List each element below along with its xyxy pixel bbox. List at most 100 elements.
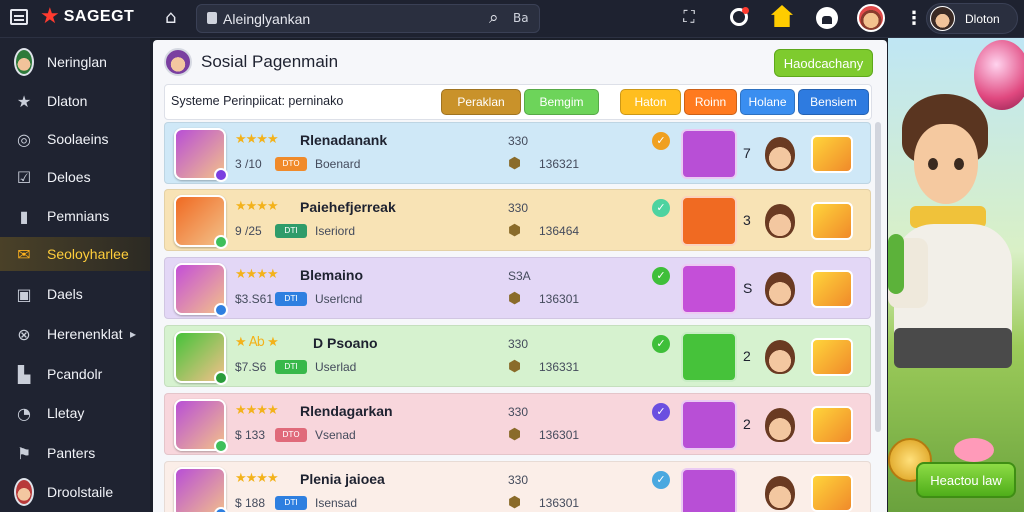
sidebar-item-0[interactable]: Neringlan bbox=[0, 44, 150, 80]
sidebar-item-label: Deloes bbox=[47, 169, 91, 185]
row-badge: DTO bbox=[275, 428, 307, 442]
sidebar-item-label: Neringlan bbox=[47, 54, 107, 70]
row-count: S3A bbox=[508, 269, 531, 283]
filter-button-0[interactable]: Peraklan bbox=[441, 89, 521, 115]
table-row[interactable]: ★★★★ Paiehefjerreak 9 /25 DTI Iseriord 330 ⬢ 13… bbox=[164, 189, 871, 251]
table-row[interactable]: ★★★★ Rlenadanank 3 /10 DTO Boenard 330 ⬢ 136321… bbox=[164, 122, 871, 184]
filter-button-4[interactable]: Holane bbox=[740, 89, 795, 115]
page-avatar bbox=[164, 48, 192, 76]
home-icon[interactable]: ⌂ bbox=[165, 7, 176, 28]
filter-button-3[interactable]: Roinn bbox=[684, 89, 737, 115]
cta-button[interactable]: Heactou law bbox=[916, 462, 1016, 498]
filter-button-1[interactable]: Bemgim bbox=[524, 89, 599, 115]
card-art[interactable] bbox=[811, 270, 853, 308]
sidebar-item-3[interactable]: ☑ Deloes bbox=[0, 160, 150, 194]
row-count: 330 bbox=[508, 134, 529, 148]
character-face-icon bbox=[765, 272, 795, 306]
sidebar-item-2[interactable]: ◎ Soolaeins bbox=[0, 122, 150, 156]
reward-icon: ⬢ bbox=[508, 493, 522, 511]
row-subtitle: Iseriord bbox=[315, 224, 356, 238]
sidebar-item-9[interactable]: ◔ Lletay bbox=[0, 396, 150, 430]
status-check-icon[interactable]: ✓ bbox=[652, 199, 670, 217]
status-dot-icon bbox=[214, 371, 228, 385]
row-title: Rlendagarkan bbox=[300, 403, 393, 419]
flag-icon: ⚑ bbox=[16, 443, 32, 463]
character-face-icon bbox=[765, 408, 795, 442]
card-art[interactable] bbox=[681, 332, 737, 382]
card-strip: 2 bbox=[681, 400, 861, 450]
card-count: 3 bbox=[743, 212, 751, 228]
search-icon[interactable]: ⌕ bbox=[489, 8, 499, 28]
user-name: Dloton bbox=[965, 12, 1000, 26]
status-check-icon[interactable]: ✓ bbox=[652, 471, 670, 489]
status-check-icon[interactable]: ✓ bbox=[652, 335, 670, 353]
row-subtitle: Userlcnd bbox=[315, 292, 363, 306]
reward-icon: ⬢ bbox=[508, 154, 522, 172]
table-row[interactable]: ★ Ab ★ D Psoano $7.S6 DTI Userlad 330 ⬢ 136331 ✓… bbox=[164, 325, 871, 387]
card-art[interactable] bbox=[811, 406, 853, 444]
status-check-icon[interactable]: ✓ bbox=[652, 267, 670, 285]
row-id: 136321 bbox=[539, 157, 580, 171]
user-chip[interactable]: Dloton bbox=[926, 3, 1018, 34]
status-check-icon[interactable]: ✓ bbox=[652, 403, 670, 421]
card-art[interactable] bbox=[681, 400, 737, 450]
pink-gem-art bbox=[954, 438, 994, 462]
row-count: 330 bbox=[508, 473, 529, 487]
row-badge: DTO bbox=[275, 157, 307, 171]
card-count: 2 bbox=[743, 348, 751, 364]
table-row[interactable]: ★★★★ Rlendagarkan $ 133 DTO Vsenad 330 ⬢ 136301… bbox=[164, 393, 871, 455]
card-art[interactable] bbox=[681, 196, 737, 246]
reward-icon: ⬢ bbox=[508, 357, 522, 375]
app-logo[interactable]: ★ SAGEGT bbox=[40, 5, 134, 29]
row-meta: $3.S61 bbox=[235, 292, 274, 306]
page-title: Sosial Pagenmain bbox=[201, 52, 339, 71]
avatar-icon bbox=[14, 48, 34, 76]
row-id: 136301 bbox=[539, 496, 580, 510]
screenshot-icon[interactable]: ⛶ bbox=[678, 7, 700, 29]
sidebar-item-10[interactable]: ⚑ Panters bbox=[0, 436, 150, 470]
sidebar-item-4[interactable]: ▮ Pemnians bbox=[0, 199, 150, 233]
plant-art bbox=[888, 234, 904, 294]
sidebar-item-label: Herenenklat bbox=[47, 326, 123, 342]
card-art[interactable] bbox=[681, 129, 737, 179]
profile-avatar[interactable] bbox=[857, 4, 885, 32]
card-strip: S bbox=[681, 264, 861, 314]
cloud-icon[interactable] bbox=[816, 7, 838, 29]
scrollbar[interactable] bbox=[875, 122, 881, 432]
card-art[interactable] bbox=[681, 468, 737, 512]
row-meta: 3 /10 bbox=[235, 157, 262, 171]
status-dot-icon bbox=[214, 439, 228, 453]
star-logo-icon: ★ bbox=[40, 4, 60, 29]
sidebar-item-label: Pcandolr bbox=[47, 366, 103, 382]
card-art[interactable] bbox=[681, 264, 737, 314]
notification-icon[interactable] bbox=[730, 7, 749, 26]
more-options-icon[interactable]: ⋮ bbox=[905, 8, 923, 29]
row-title: Blemaino bbox=[300, 267, 364, 283]
sidebar-item-7[interactable]: ⊗ Herenenklat ▸ bbox=[0, 317, 150, 351]
card-strip: 7 bbox=[681, 129, 861, 179]
sidebar-item-5[interactable]: ✉ Seoloyharlee bbox=[0, 237, 150, 271]
sidebar-item-6[interactable]: ▣ Daels bbox=[0, 277, 150, 311]
card-art[interactable] bbox=[811, 474, 853, 512]
sidebar-item-8[interactable]: ▙ Pcandolr bbox=[0, 357, 150, 391]
filter-button-2[interactable]: Haton bbox=[620, 89, 681, 115]
house-icon[interactable] bbox=[771, 5, 793, 27]
card-art[interactable] bbox=[811, 135, 853, 173]
game-thumbnail bbox=[174, 263, 228, 317]
sidebar-item-1[interactable]: ★ Dlaton bbox=[0, 84, 150, 118]
character-eye bbox=[954, 158, 964, 170]
sidebar-item-11[interactable]: Droolstaile bbox=[0, 474, 150, 510]
table-row[interactable]: ★★★★ Blemaino $3.S61 DTI Userlcnd S3A ⬢ 136301 ✓… bbox=[164, 257, 871, 319]
row-id: 136301 bbox=[539, 292, 580, 306]
card-art[interactable] bbox=[811, 338, 853, 376]
filter-button-5[interactable]: Bensiem bbox=[798, 89, 869, 115]
search-input[interactable] bbox=[223, 9, 473, 29]
row-badge: DTI bbox=[275, 360, 307, 374]
status-check-icon[interactable]: ✓ bbox=[652, 132, 670, 150]
lock-icon bbox=[207, 12, 217, 24]
card-art[interactable] bbox=[811, 202, 853, 240]
sidebar-item-label: Lletay bbox=[47, 405, 85, 421]
menu-icon[interactable] bbox=[10, 9, 28, 25]
table-row[interactable]: ★★★★ Plenia jaioea $ 188 DTI Isensad 330 ⬢ 1363… bbox=[164, 461, 871, 512]
header-action-button[interactable]: Haodcachany bbox=[774, 49, 873, 77]
